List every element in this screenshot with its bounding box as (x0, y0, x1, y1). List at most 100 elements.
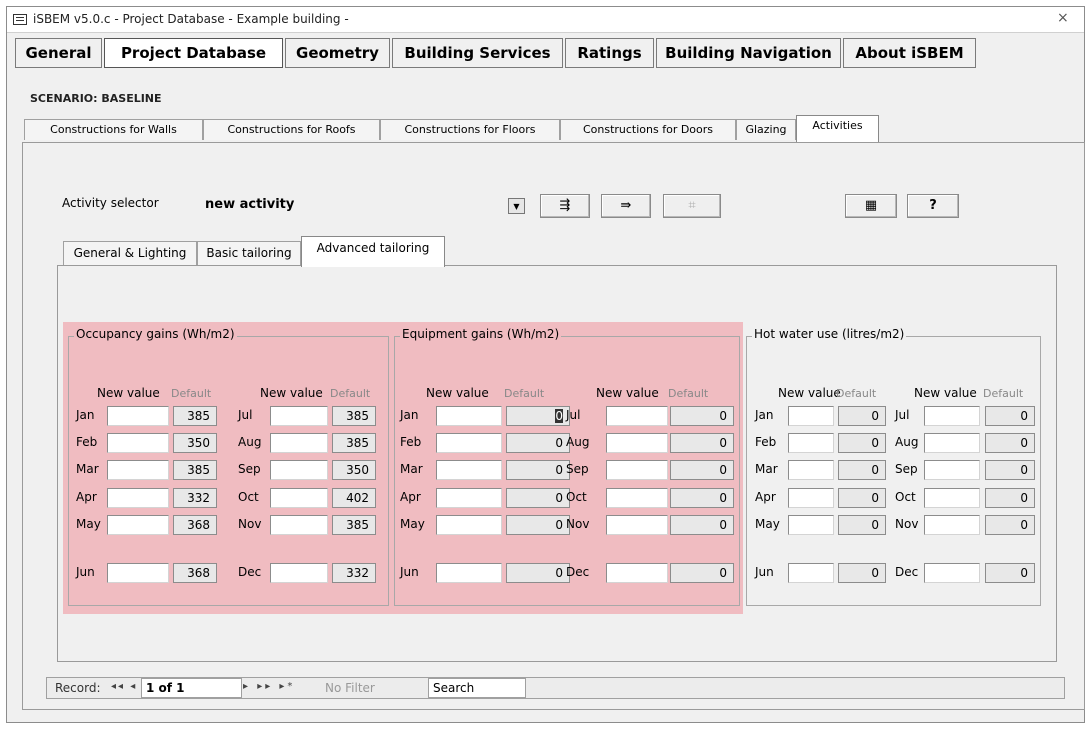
close-icon[interactable]: × (1057, 10, 1069, 26)
hot-water-new-value-jan[interactable] (788, 406, 834, 426)
month-label: Jun (755, 565, 774, 579)
record-navigation-bar: Record: ◂◂ ◂ 1 of 1 ▸ ▸▸ ▸* No Filter Se… (46, 677, 1065, 699)
month-label: Feb (76, 435, 98, 449)
tab-general[interactable]: General (15, 38, 102, 68)
equipment-default-jan: 0 (506, 406, 570, 426)
occupancy-default-may: 368 (173, 515, 217, 535)
hot-water-new-value-jun[interactable] (788, 563, 834, 583)
equipment-new-value-feb[interactable] (436, 433, 502, 453)
occupancy-new-value-aug[interactable] (270, 433, 328, 453)
month-label: Jan (755, 408, 774, 422)
equipment-new-value-jun[interactable] (436, 563, 502, 583)
default-header: Default (983, 387, 1024, 400)
month-label: Mar (76, 462, 99, 476)
equipment-new-value-dec[interactable] (606, 563, 668, 583)
equipment-default-jun: 0 (506, 563, 570, 583)
hot-water-new-value-aug[interactable] (924, 433, 980, 453)
table-view-button[interactable]: ▦ (845, 194, 897, 218)
hot-water-new-value-nov[interactable] (924, 515, 980, 535)
equipment-new-value-sep[interactable] (606, 460, 668, 480)
tab-constructions-roofs[interactable]: Constructions for Roofs (203, 119, 380, 140)
tab-building-services[interactable]: Building Services (392, 38, 563, 68)
new-value-header: New value (260, 386, 323, 400)
activity-selector-dropdown[interactable]: new activity (196, 195, 528, 216)
equipment-default-sep: 0 (670, 460, 734, 480)
record-prev-buttons[interactable]: ◂◂ ◂ (111, 681, 137, 692)
equipment-new-value-oct[interactable] (606, 488, 668, 508)
tab-activities[interactable]: Activities (796, 115, 879, 142)
month-label: Aug (238, 435, 262, 449)
month-label: Jul (238, 408, 253, 422)
new-value-header: New value (914, 386, 977, 400)
tab-advanced-tailoring[interactable]: Advanced tailoring (301, 236, 445, 267)
chevron-down-icon[interactable]: ▼ (508, 198, 525, 214)
help-button[interactable]: ? (907, 194, 959, 218)
occupancy-new-value-nov[interactable] (270, 515, 328, 535)
hot-water-new-value-apr[interactable] (788, 488, 834, 508)
tab-about-isbem[interactable]: About iSBEM (843, 38, 976, 68)
equipment-new-value-mar[interactable] (436, 460, 502, 480)
hot-water-new-value-jul[interactable] (924, 406, 980, 426)
app-icon (13, 14, 27, 25)
no-filter-button[interactable]: No Filter (325, 681, 375, 695)
tab-constructions-walls[interactable]: Constructions for Walls (24, 119, 203, 140)
tab-glazing[interactable]: Glazing (736, 119, 796, 140)
occupancy-default-apr: 332 (173, 488, 217, 508)
tab-general-lighting[interactable]: General & Lighting (63, 241, 197, 265)
search-input[interactable]: Search (428, 678, 526, 698)
new-value-header: New value (778, 386, 841, 400)
copy-activity-button[interactable]: ⇶ (540, 194, 590, 218)
hot-water-new-value-dec[interactable] (924, 563, 980, 583)
equipment-new-value-jan[interactable] (436, 406, 502, 426)
hot-water-new-value-oct[interactable] (924, 488, 980, 508)
tab-geometry[interactable]: Geometry (285, 38, 390, 68)
tab-constructions-floors[interactable]: Constructions for Floors (380, 119, 560, 140)
occupancy-group-title: Occupancy gains (Wh/m2) (74, 327, 237, 341)
hot-water-group-title: Hot water use (litres/m2) (752, 327, 907, 341)
tab-constructions-doors[interactable]: Constructions for Doors (560, 119, 736, 140)
hot-water-new-value-mar[interactable] (788, 460, 834, 480)
occupancy-new-value-dec[interactable] (270, 563, 328, 583)
occupancy-new-value-jun[interactable] (107, 563, 169, 583)
record-next-buttons[interactable]: ▸ ▸▸ ▸* (243, 681, 295, 692)
hot-water-new-value-sep[interactable] (924, 460, 980, 480)
month-label: Apr (400, 490, 421, 504)
equipment-new-value-nov[interactable] (606, 515, 668, 535)
record-number-field[interactable]: 1 of 1 (141, 678, 242, 698)
scenario-label: SCENARIO: BASELINE (30, 92, 162, 105)
occupancy-new-value-may[interactable] (107, 515, 169, 535)
occupancy-new-value-mar[interactable] (107, 460, 169, 480)
equipment-default-aug: 0 (670, 433, 734, 453)
equipment-new-value-jul[interactable] (606, 406, 668, 426)
equipment-new-value-apr[interactable] (436, 488, 502, 508)
hot-water-new-value-feb[interactable] (788, 433, 834, 453)
hot-water-default-mar: 0 (838, 460, 886, 480)
tab-project-database[interactable]: Project Database (104, 38, 283, 68)
hot-water-new-value-may[interactable] (788, 515, 834, 535)
month-label: Nov (566, 517, 590, 531)
new-activity-button[interactable]: ⇛ (601, 194, 651, 218)
tab-building-navigation[interactable]: Building Navigation (656, 38, 841, 68)
equipment-default-feb: 0 (506, 433, 570, 453)
month-label: Jul (566, 408, 581, 422)
delete-activity-button[interactable]: ⌗ (663, 194, 721, 218)
new-value-header: New value (596, 386, 659, 400)
month-label: May (76, 517, 101, 531)
occupancy-new-value-oct[interactable] (270, 488, 328, 508)
record-label: Record: (55, 681, 101, 695)
month-label: Feb (755, 435, 777, 449)
month-label: Sep (238, 462, 261, 476)
month-label: Apr (76, 490, 97, 504)
occupancy-new-value-sep[interactable] (270, 460, 328, 480)
hot-water-default-jan: 0 (838, 406, 886, 426)
occupancy-new-value-jul[interactable] (270, 406, 328, 426)
occupancy-new-value-apr[interactable] (107, 488, 169, 508)
tab-basic-tailoring[interactable]: Basic tailoring (197, 241, 301, 265)
occupancy-default-aug: 385 (332, 433, 376, 453)
equipment-new-value-may[interactable] (436, 515, 502, 535)
equipment-default-may: 0 (506, 515, 570, 535)
occupancy-new-value-jan[interactable] (107, 406, 169, 426)
tab-ratings[interactable]: Ratings (565, 38, 654, 68)
occupancy-new-value-feb[interactable] (107, 433, 169, 453)
equipment-new-value-aug[interactable] (606, 433, 668, 453)
